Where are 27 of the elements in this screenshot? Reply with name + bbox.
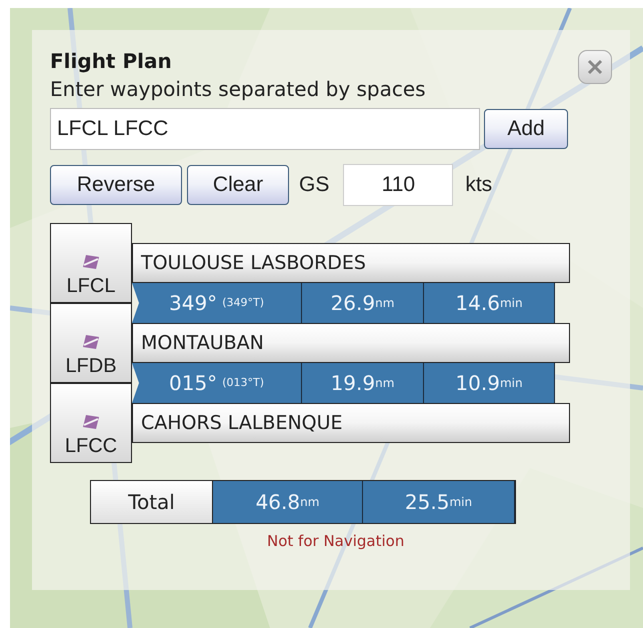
reverse-button[interactable]: Reverse <box>50 165 182 205</box>
panel-title: Flight Plan <box>50 48 173 74</box>
waypoint-name-bar: CAHORS LALBENQUE <box>132 403 570 443</box>
airfield-icon <box>82 254 100 270</box>
speed-unit: kts <box>465 172 492 198</box>
waypoint-name-bar: MONTAUBAN <box>132 323 570 363</box>
airfield-icon <box>82 334 100 350</box>
total-label: Total <box>91 481 213 523</box>
waypoint-input[interactable]: LFCL LFCC <box>50 108 480 150</box>
gs-label: GS <box>299 172 330 198</box>
close-button[interactable] <box>578 50 612 84</box>
clear-button[interactable]: Clear <box>187 165 289 205</box>
airfield-icon <box>82 414 100 430</box>
waypoint-code-box[interactable]: LFDB <box>50 303 132 383</box>
waypoint-code-box[interactable]: LFCL <box>50 223 132 303</box>
add-button[interactable]: Add <box>484 109 568 149</box>
heading-cell: 015° (013°T) <box>132 363 302 403</box>
close-icon <box>587 59 603 75</box>
waypoint-code-box[interactable]: LFCC <box>50 383 132 463</box>
disclaimer-text: Not for Navigation <box>267 531 404 552</box>
waypoint-code: LFCC <box>64 434 118 458</box>
waypoint-code: LFDB <box>65 354 117 378</box>
instructions-text: Enter waypoints separated by spaces <box>50 76 426 103</box>
waypoint-name-bar: TOULOUSE LASBORDES <box>132 243 570 283</box>
waypoint-code: LFCL <box>66 274 116 298</box>
heading-cell: 349° (349°T) <box>132 283 302 323</box>
ground-speed-input[interactable]: 110 <box>343 164 454 206</box>
